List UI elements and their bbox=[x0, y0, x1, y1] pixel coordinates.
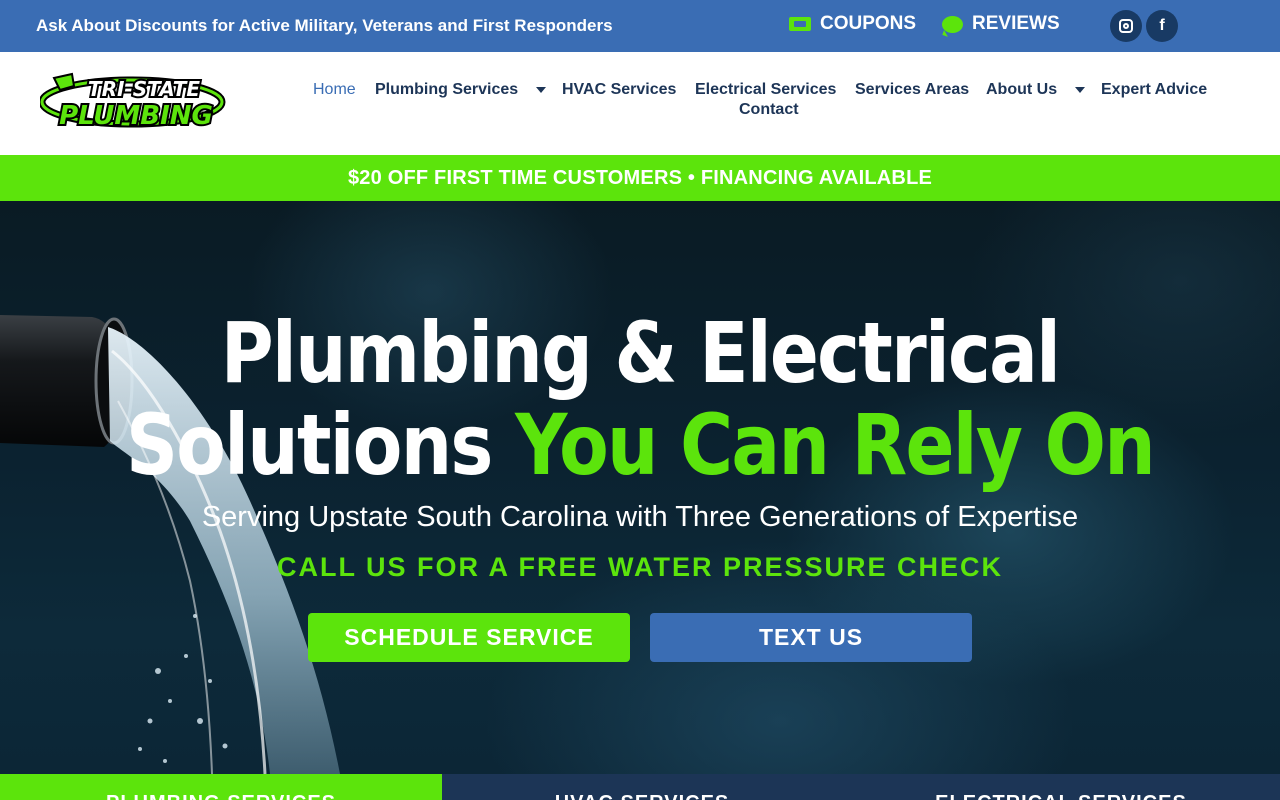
reviews-label: REVIEWS bbox=[972, 13, 1060, 34]
logo-line2: PLUMBING bbox=[59, 101, 213, 131]
tab-hvac-label[interactable]: HVAC SERVICES bbox=[442, 792, 842, 800]
tri-state-plumbing-logo[interactable]: TRI-STATE PLUMBING bbox=[38, 72, 226, 133]
nav-electrical-services[interactable]: Electrical Services bbox=[695, 81, 836, 99]
nav-about-us[interactable]: About Us bbox=[986, 81, 1086, 99]
chevron-down-icon bbox=[536, 87, 547, 93]
nav-service-areas[interactable]: Services Areas bbox=[855, 81, 969, 99]
nav-home[interactable]: Home bbox=[313, 81, 356, 99]
discount-promo-text: Ask About Discounts for Active Military,… bbox=[36, 16, 613, 35]
nav-plumbing-services-label: Plumbing Services bbox=[375, 81, 519, 98]
nav-about-us-label: About Us bbox=[986, 81, 1058, 98]
instagram-link[interactable] bbox=[1110, 10, 1142, 42]
offer-banner: $20 OFF FIRST TIME CUSTOMERS • FINANCING… bbox=[0, 155, 1280, 201]
ticket-icon bbox=[789, 17, 811, 31]
tab-plumbing-label: PLUMBING SERVICES bbox=[0, 792, 442, 800]
hero-title-line2: Solutions You Can Rely On bbox=[90, 397, 1191, 493]
coupons-link[interactable]: COUPONS bbox=[789, 13, 916, 35]
logo-line1: TRI-STATE bbox=[88, 77, 200, 101]
instagram-icon bbox=[1119, 19, 1133, 33]
water-pressure-cta: CALL US FOR A FREE WATER PRESSURE CHECK bbox=[276, 552, 1004, 582]
coupons-label: COUPONS bbox=[820, 13, 917, 34]
tab-hvac-electrical[interactable]: HVAC SERVICES ELECTRICAL SERVICES bbox=[442, 774, 1280, 800]
site-header: TRI-STATE PLUMBING Home Plumbing Service… bbox=[0, 52, 1280, 155]
hero-title-line1: Plumbing & Electrical bbox=[220, 304, 1061, 402]
chat-bubble-icon bbox=[942, 15, 963, 33]
tab-electrical-label[interactable]: ELECTRICAL SERVICES bbox=[842, 792, 1280, 800]
nav-plumbing-services[interactable]: Plumbing Services bbox=[375, 81, 547, 99]
top-bar: Ask About Discounts for Active Military,… bbox=[0, 0, 1280, 52]
chevron-down-icon bbox=[1075, 87, 1086, 93]
nav-hvac-services[interactable]: HVAC Services bbox=[562, 81, 676, 99]
text-us-button[interactable]: TEXT US bbox=[650, 613, 972, 662]
schedule-service-button[interactable]: SCHEDULE SERVICE bbox=[308, 613, 630, 662]
tab-plumbing-services[interactable]: PLUMBING SERVICES bbox=[0, 774, 442, 800]
hero-title-green-part: You Can Rely On bbox=[515, 396, 1156, 494]
nav-expert-advice[interactable]: Expert Advice bbox=[1101, 81, 1207, 99]
facebook-link[interactable]: f bbox=[1146, 10, 1178, 42]
reviews-link[interactable]: REVIEWS bbox=[942, 13, 1060, 35]
hero-subtitle: Serving Upstate South Carolina with Thre… bbox=[201, 501, 1079, 533]
nav-contact[interactable]: Contact bbox=[739, 101, 799, 119]
hero-title-white-part: Solutions bbox=[125, 396, 516, 494]
facebook-icon: f bbox=[1159, 17, 1165, 34]
hero-section: Plumbing & Electrical Solutions You Can … bbox=[0, 201, 1280, 774]
logo-graphic: TRI-STATE PLUMBING bbox=[38, 72, 226, 133]
